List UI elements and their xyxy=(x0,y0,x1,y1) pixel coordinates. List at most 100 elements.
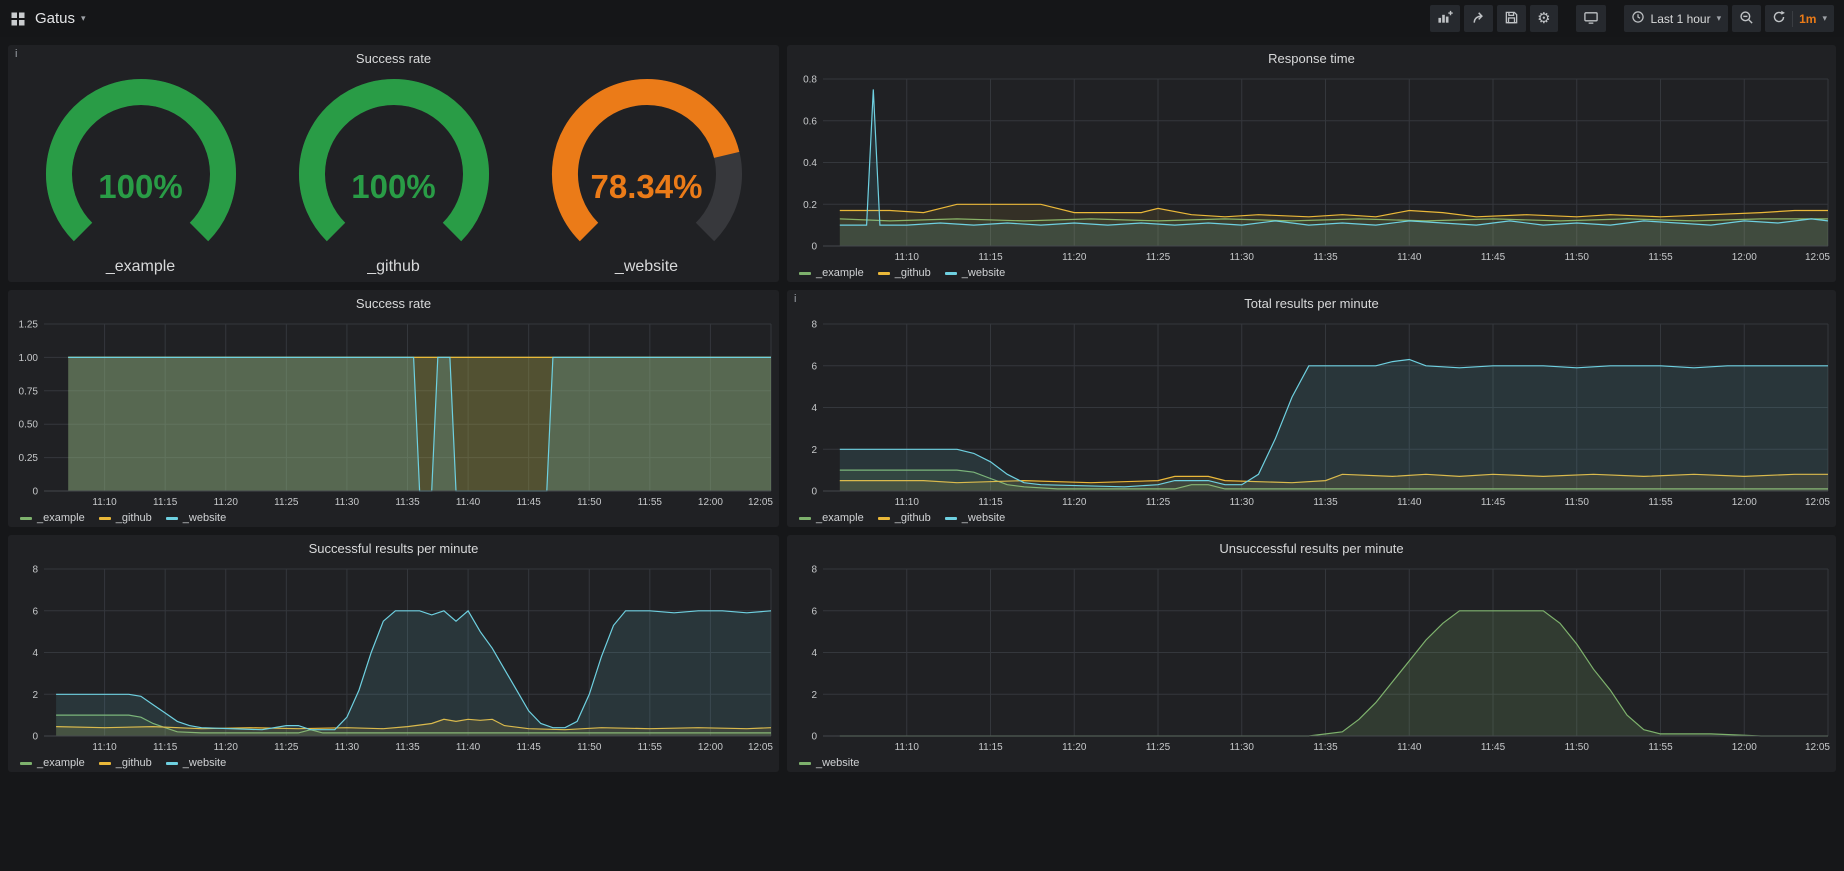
dashboard-title[interactable]: Gatus ▾ xyxy=(35,10,86,27)
gauge-value: 100% xyxy=(271,168,517,206)
legend-item[interactable]: _example xyxy=(799,512,864,524)
svg-text:11:15: 11:15 xyxy=(978,497,1003,508)
svg-text:11:10: 11:10 xyxy=(895,252,920,263)
panel-header[interactable]: Successful results per minute xyxy=(8,535,779,561)
svg-text:11:30: 11:30 xyxy=(335,497,360,508)
svg-text:11:55: 11:55 xyxy=(638,742,663,753)
svg-text:2: 2 xyxy=(811,690,817,701)
legend-item[interactable]: _github xyxy=(99,512,152,524)
legend-item[interactable]: _example xyxy=(799,267,864,279)
settings-button[interactable]: ⚙ xyxy=(1530,5,1557,32)
legend-item[interactable]: _website xyxy=(166,512,226,524)
chart-legend: _example _github _website xyxy=(787,509,1836,527)
success-rate-chart[interactable]: 00.250.500.751.001.2511:1011:1511:2011:2… xyxy=(8,316,779,509)
time-range-button[interactable]: Last 1 hour ▾ xyxy=(1624,5,1729,32)
panel-info-icon[interactable]: i xyxy=(15,48,17,60)
svg-text:11:40: 11:40 xyxy=(1397,252,1422,263)
legend-swatch xyxy=(20,517,32,520)
cycle-view-button[interactable] xyxy=(1576,5,1606,32)
svg-text:0.6: 0.6 xyxy=(803,116,817,127)
share-button[interactable] xyxy=(1464,5,1493,32)
svg-text:11:10: 11:10 xyxy=(895,742,920,753)
panel-header[interactable]: Success rate xyxy=(8,45,779,71)
panel-header[interactable]: Success rate xyxy=(8,290,779,316)
chart-legend: _website xyxy=(787,754,1836,772)
legend-item[interactable]: _github xyxy=(99,757,152,769)
panel-title: Response time xyxy=(1268,51,1355,66)
svg-text:12:05: 12:05 xyxy=(748,742,773,753)
legend-item[interactable]: _example xyxy=(20,757,85,769)
svg-text:11:50: 11:50 xyxy=(1565,497,1590,508)
response-time-chart[interactable]: 00.20.40.60.811:1011:1511:2011:2511:3011… xyxy=(787,71,1836,264)
gauge-series-label: _website xyxy=(524,258,770,276)
panel-title: Successful results per minute xyxy=(309,541,479,556)
svg-text:11:10: 11:10 xyxy=(92,742,117,753)
refresh-icon xyxy=(1772,10,1786,27)
svg-text:11:20: 11:20 xyxy=(1062,497,1087,508)
svg-text:11:50: 11:50 xyxy=(577,742,602,753)
panel-header[interactable]: Response time xyxy=(787,45,1836,71)
unsuccessful-results-chart[interactable]: 0246811:1011:1511:2011:2511:3011:3511:40… xyxy=(787,561,1836,754)
gauge-series-label: _github xyxy=(271,258,517,276)
svg-text:12:00: 12:00 xyxy=(698,497,723,508)
panel-header[interactable]: Total results per minute xyxy=(787,290,1836,316)
total-results-chart[interactable]: 0246811:1011:1511:2011:2511:3011:3511:40… xyxy=(787,316,1836,509)
svg-text:0: 0 xyxy=(811,732,817,743)
chart-legend: _example _github _website xyxy=(8,509,779,527)
legend-item[interactable]: _website xyxy=(945,267,1005,279)
legend-item[interactable]: _website xyxy=(945,512,1005,524)
panel-info-icon[interactable]: i xyxy=(794,293,796,305)
legend-swatch xyxy=(20,762,32,765)
panel-total-results: i Total results per minute 0246811:1011:… xyxy=(787,290,1836,527)
svg-text:11:40: 11:40 xyxy=(1397,497,1422,508)
svg-text:11:55: 11:55 xyxy=(638,497,663,508)
legend-swatch xyxy=(878,517,890,520)
zoom-out-button[interactable] xyxy=(1732,5,1761,32)
legend-swatch xyxy=(99,762,111,765)
legend-swatch xyxy=(878,272,890,275)
panel-unsuccessful-results: Unsuccessful results per minute 0246811:… xyxy=(787,535,1836,772)
svg-text:11:30: 11:30 xyxy=(1230,497,1255,508)
gauge-series-label: _example xyxy=(18,258,264,276)
share-icon xyxy=(1471,10,1486,28)
svg-text:11:45: 11:45 xyxy=(1481,497,1506,508)
dashboard-grid-icon[interactable] xyxy=(10,11,26,27)
save-button[interactable] xyxy=(1497,5,1526,32)
svg-text:11:25: 11:25 xyxy=(1146,497,1171,508)
chevron-down-icon: ▾ xyxy=(1822,13,1827,24)
legend-item[interactable]: _website xyxy=(166,757,226,769)
svg-text:8: 8 xyxy=(811,320,817,331)
navbar-right: ⚙ Last 1 hour ▾ xyxy=(1430,5,1834,32)
navbar-left: Gatus ▾ xyxy=(10,10,86,27)
legend-item[interactable]: _github xyxy=(878,512,931,524)
legend-swatch xyxy=(99,517,111,520)
legend-swatch xyxy=(799,517,811,520)
svg-text:11:30: 11:30 xyxy=(1230,252,1255,263)
panel-header[interactable]: Unsuccessful results per minute xyxy=(787,535,1836,561)
svg-text:1.25: 1.25 xyxy=(19,320,39,331)
add-panel-icon xyxy=(1437,10,1453,27)
svg-text:11:55: 11:55 xyxy=(1648,252,1673,263)
legend-swatch xyxy=(166,762,178,765)
panel-successful-results: Successful results per minute 0246811:10… xyxy=(8,535,779,772)
panel-success-rate-gauges: i Success rate 100% _example 100% _githu… xyxy=(8,45,779,282)
panel-success-rate-series: Success rate 00.250.500.751.001.2511:101… xyxy=(8,290,779,527)
legend-item[interactable]: _example xyxy=(20,512,85,524)
add-panel-button[interactable] xyxy=(1430,5,1460,32)
chart-legend: _example _github _website xyxy=(8,754,779,772)
legend-swatch xyxy=(945,517,957,520)
panel-title: Total results per minute xyxy=(1244,296,1378,311)
svg-text:11:50: 11:50 xyxy=(1565,252,1590,263)
svg-text:11:40: 11:40 xyxy=(456,497,481,508)
gauge-arc xyxy=(18,74,264,249)
svg-text:11:20: 11:20 xyxy=(1062,252,1087,263)
svg-text:11:30: 11:30 xyxy=(335,742,360,753)
svg-text:11:15: 11:15 xyxy=(978,742,1003,753)
legend-item[interactable]: _website xyxy=(799,757,859,769)
svg-text:11:25: 11:25 xyxy=(1146,742,1171,753)
panel-title: Unsuccessful results per minute xyxy=(1219,541,1403,556)
svg-text:0.2: 0.2 xyxy=(803,200,817,211)
refresh-button[interactable]: 1m ▾ xyxy=(1765,5,1834,32)
legend-item[interactable]: _github xyxy=(878,267,931,279)
successful-results-chart[interactable]: 0246811:1011:1511:2011:2511:3011:3511:40… xyxy=(8,561,779,754)
